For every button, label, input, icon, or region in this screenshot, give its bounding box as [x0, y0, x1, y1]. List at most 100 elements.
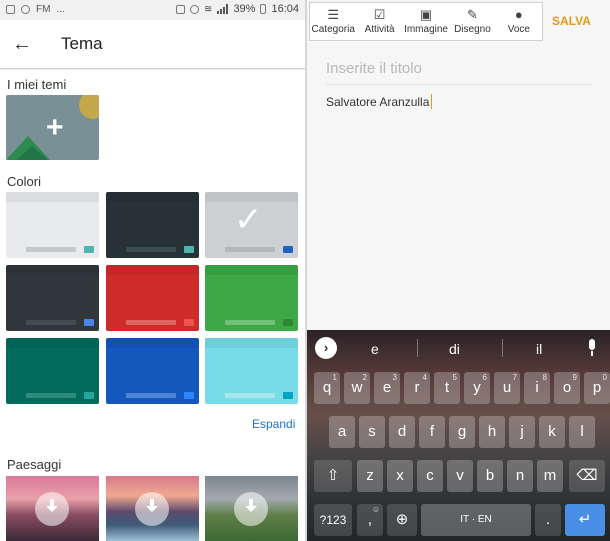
key-t-label: t: [444, 379, 450, 396]
key-i[interactable]: i8: [524, 372, 550, 404]
drawing-button[interactable]: ✎ Disegno: [449, 3, 495, 40]
alarm-icon: [176, 4, 186, 14]
suggestion-word[interactable]: e: [371, 341, 379, 357]
color-theme-tile[interactable]: [6, 338, 99, 404]
more-notifications: ...: [56, 4, 65, 15]
color-theme-tile[interactable]: [205, 265, 298, 331]
key-u[interactable]: u7: [494, 372, 520, 404]
key-f[interactable]: f: [419, 416, 445, 448]
back-arrow-icon[interactable]: ←: [12, 34, 34, 54]
mic-icon[interactable]: [587, 339, 597, 357]
spacebar-preview: [126, 393, 176, 398]
globe-key-label: ⊕: [395, 511, 409, 528]
key-m-label: m: [543, 467, 557, 484]
plus-icon: +: [46, 111, 64, 144]
suggestion-word[interactable]: il: [536, 341, 542, 357]
key-g[interactable]: g: [449, 416, 475, 448]
tile-header: [6, 338, 99, 348]
text-cursor: [431, 94, 433, 109]
app-bar: ← Tema: [0, 20, 305, 69]
backspace-key[interactable]: ⌫: [569, 460, 605, 492]
my-themes-label: I miei temi: [7, 77, 67, 92]
suggestion-word[interactable]: di: [449, 341, 460, 357]
action-key-preview: [184, 246, 194, 253]
landscape-theme-tile[interactable]: [6, 476, 99, 541]
key-a[interactable]: a: [329, 416, 355, 448]
note-body-text: Salvatore Aranzulla: [326, 95, 430, 109]
pencil-icon: ✎: [466, 7, 478, 22]
key-j[interactable]: j: [509, 416, 535, 448]
key-hint: 4: [422, 373, 427, 382]
key-p[interactable]: p0: [584, 372, 610, 404]
key-o[interactable]: o9: [554, 372, 580, 404]
checkmark-icon: ✓: [234, 200, 263, 240]
globe-key[interactable]: ⊕: [387, 504, 417, 536]
key-hint: 8: [542, 373, 547, 382]
signal-icon: [217, 4, 229, 14]
color-theme-tile[interactable]: [6, 192, 99, 258]
shield-icon: [21, 5, 30, 14]
image-button[interactable]: ▣ Immagine: [403, 3, 449, 40]
spacebar-preview: [126, 247, 176, 252]
comma-key[interactable]: , ☺: [357, 504, 383, 536]
list-icon: ☰: [327, 7, 340, 22]
key-r[interactable]: r4: [404, 372, 430, 404]
key-k-label: k: [548, 423, 556, 440]
key-r-label: r: [414, 379, 420, 396]
activity-button[interactable]: ☑ Attività: [356, 3, 402, 40]
download-icon: [35, 492, 69, 526]
color-theme-tile[interactable]: [106, 265, 199, 331]
suggestion-strip: › e di il: [307, 330, 610, 368]
key-q-label: q: [322, 379, 332, 396]
add-theme-tile[interactable]: +: [6, 95, 99, 160]
key-b[interactable]: b: [477, 460, 503, 492]
checkbox-icon: ☑: [373, 7, 386, 22]
key-l[interactable]: l: [569, 416, 595, 448]
period-key[interactable]: .: [535, 504, 561, 536]
color-theme-tile[interactable]: [106, 192, 199, 258]
key-hint: 9: [572, 373, 577, 382]
color-theme-tile[interactable]: ✓: [205, 192, 298, 258]
tile-header: [106, 265, 199, 275]
space-key[interactable]: IT · EN: [421, 504, 531, 536]
key-c[interactable]: c: [417, 460, 443, 492]
key-q[interactable]: q1: [314, 372, 340, 404]
key-e[interactable]: e3: [374, 372, 400, 404]
key-x[interactable]: x: [387, 460, 413, 492]
key-hint: ☺: [371, 505, 380, 514]
backspace-key-label: ⌫: [576, 467, 598, 484]
voice-label: Voce: [507, 24, 530, 35]
landscape-theme-tile[interactable]: [106, 476, 199, 541]
color-theme-tile[interactable]: [106, 338, 199, 404]
chevron-right-icon[interactable]: ›: [315, 337, 337, 359]
key-k[interactable]: k: [539, 416, 565, 448]
key-y[interactable]: y6: [464, 372, 490, 404]
symbols-key[interactable]: ?123: [314, 504, 352, 536]
key-m[interactable]: m: [537, 460, 563, 492]
expand-link[interactable]: Espandi: [252, 417, 295, 431]
key-h[interactable]: h: [479, 416, 505, 448]
category-button[interactable]: ☰ Categoria: [310, 3, 356, 40]
color-theme-tile[interactable]: [205, 338, 298, 404]
key-w[interactable]: w2: [344, 372, 370, 404]
key-t[interactable]: t5: [434, 372, 460, 404]
note-body-input[interactable]: Salvatore Aranzulla: [326, 94, 433, 109]
key-d[interactable]: d: [389, 416, 415, 448]
color-theme-tile[interactable]: [6, 265, 99, 331]
key-z[interactable]: z: [357, 460, 383, 492]
save-button[interactable]: SALVA: [552, 14, 591, 28]
enter-key[interactable]: ↵: [565, 504, 605, 536]
landscape-theme-tile[interactable]: [205, 476, 298, 541]
key-v[interactable]: v: [447, 460, 473, 492]
action-key-preview: [84, 392, 94, 399]
drawing-label: Disegno: [454, 24, 491, 35]
key-n[interactable]: n: [507, 460, 533, 492]
wifi-icon: ≋: [204, 3, 213, 15]
download-icon: [135, 492, 169, 526]
shift-key[interactable]: ⇧: [314, 460, 352, 492]
key-s[interactable]: s: [359, 416, 385, 448]
sim-icon: [6, 5, 15, 14]
virtual-keyboard: › e di il q 1 w 2 e 3 r 4 t 5 y 6 u 7 i 8 o 9 p 0 a s d f g h j k l ⇧…: [307, 330, 610, 541]
voice-button[interactable]: ● Voce: [496, 3, 542, 40]
note-title-input[interactable]: Inserite il titolo: [326, 60, 422, 77]
